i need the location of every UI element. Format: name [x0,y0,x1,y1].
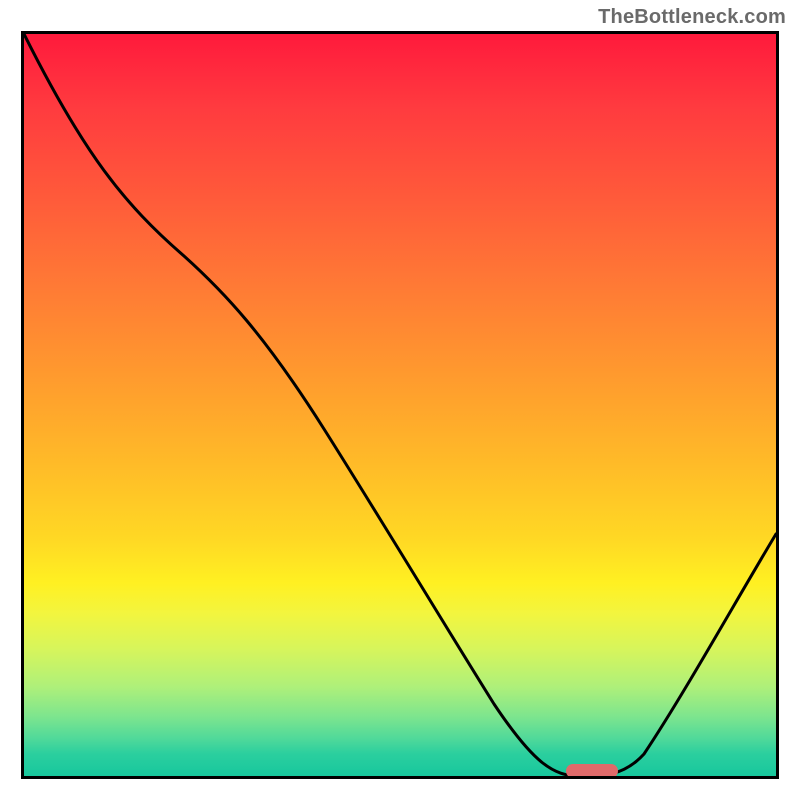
chart-container: { "watermark": "TheBottleneck.com", "cha… [0,0,800,800]
plot-area [21,31,779,779]
watermark-text: TheBottleneck.com [598,6,786,29]
optimal-marker [566,764,618,778]
bottleneck-curve [24,34,776,776]
curve-path [24,34,776,776]
